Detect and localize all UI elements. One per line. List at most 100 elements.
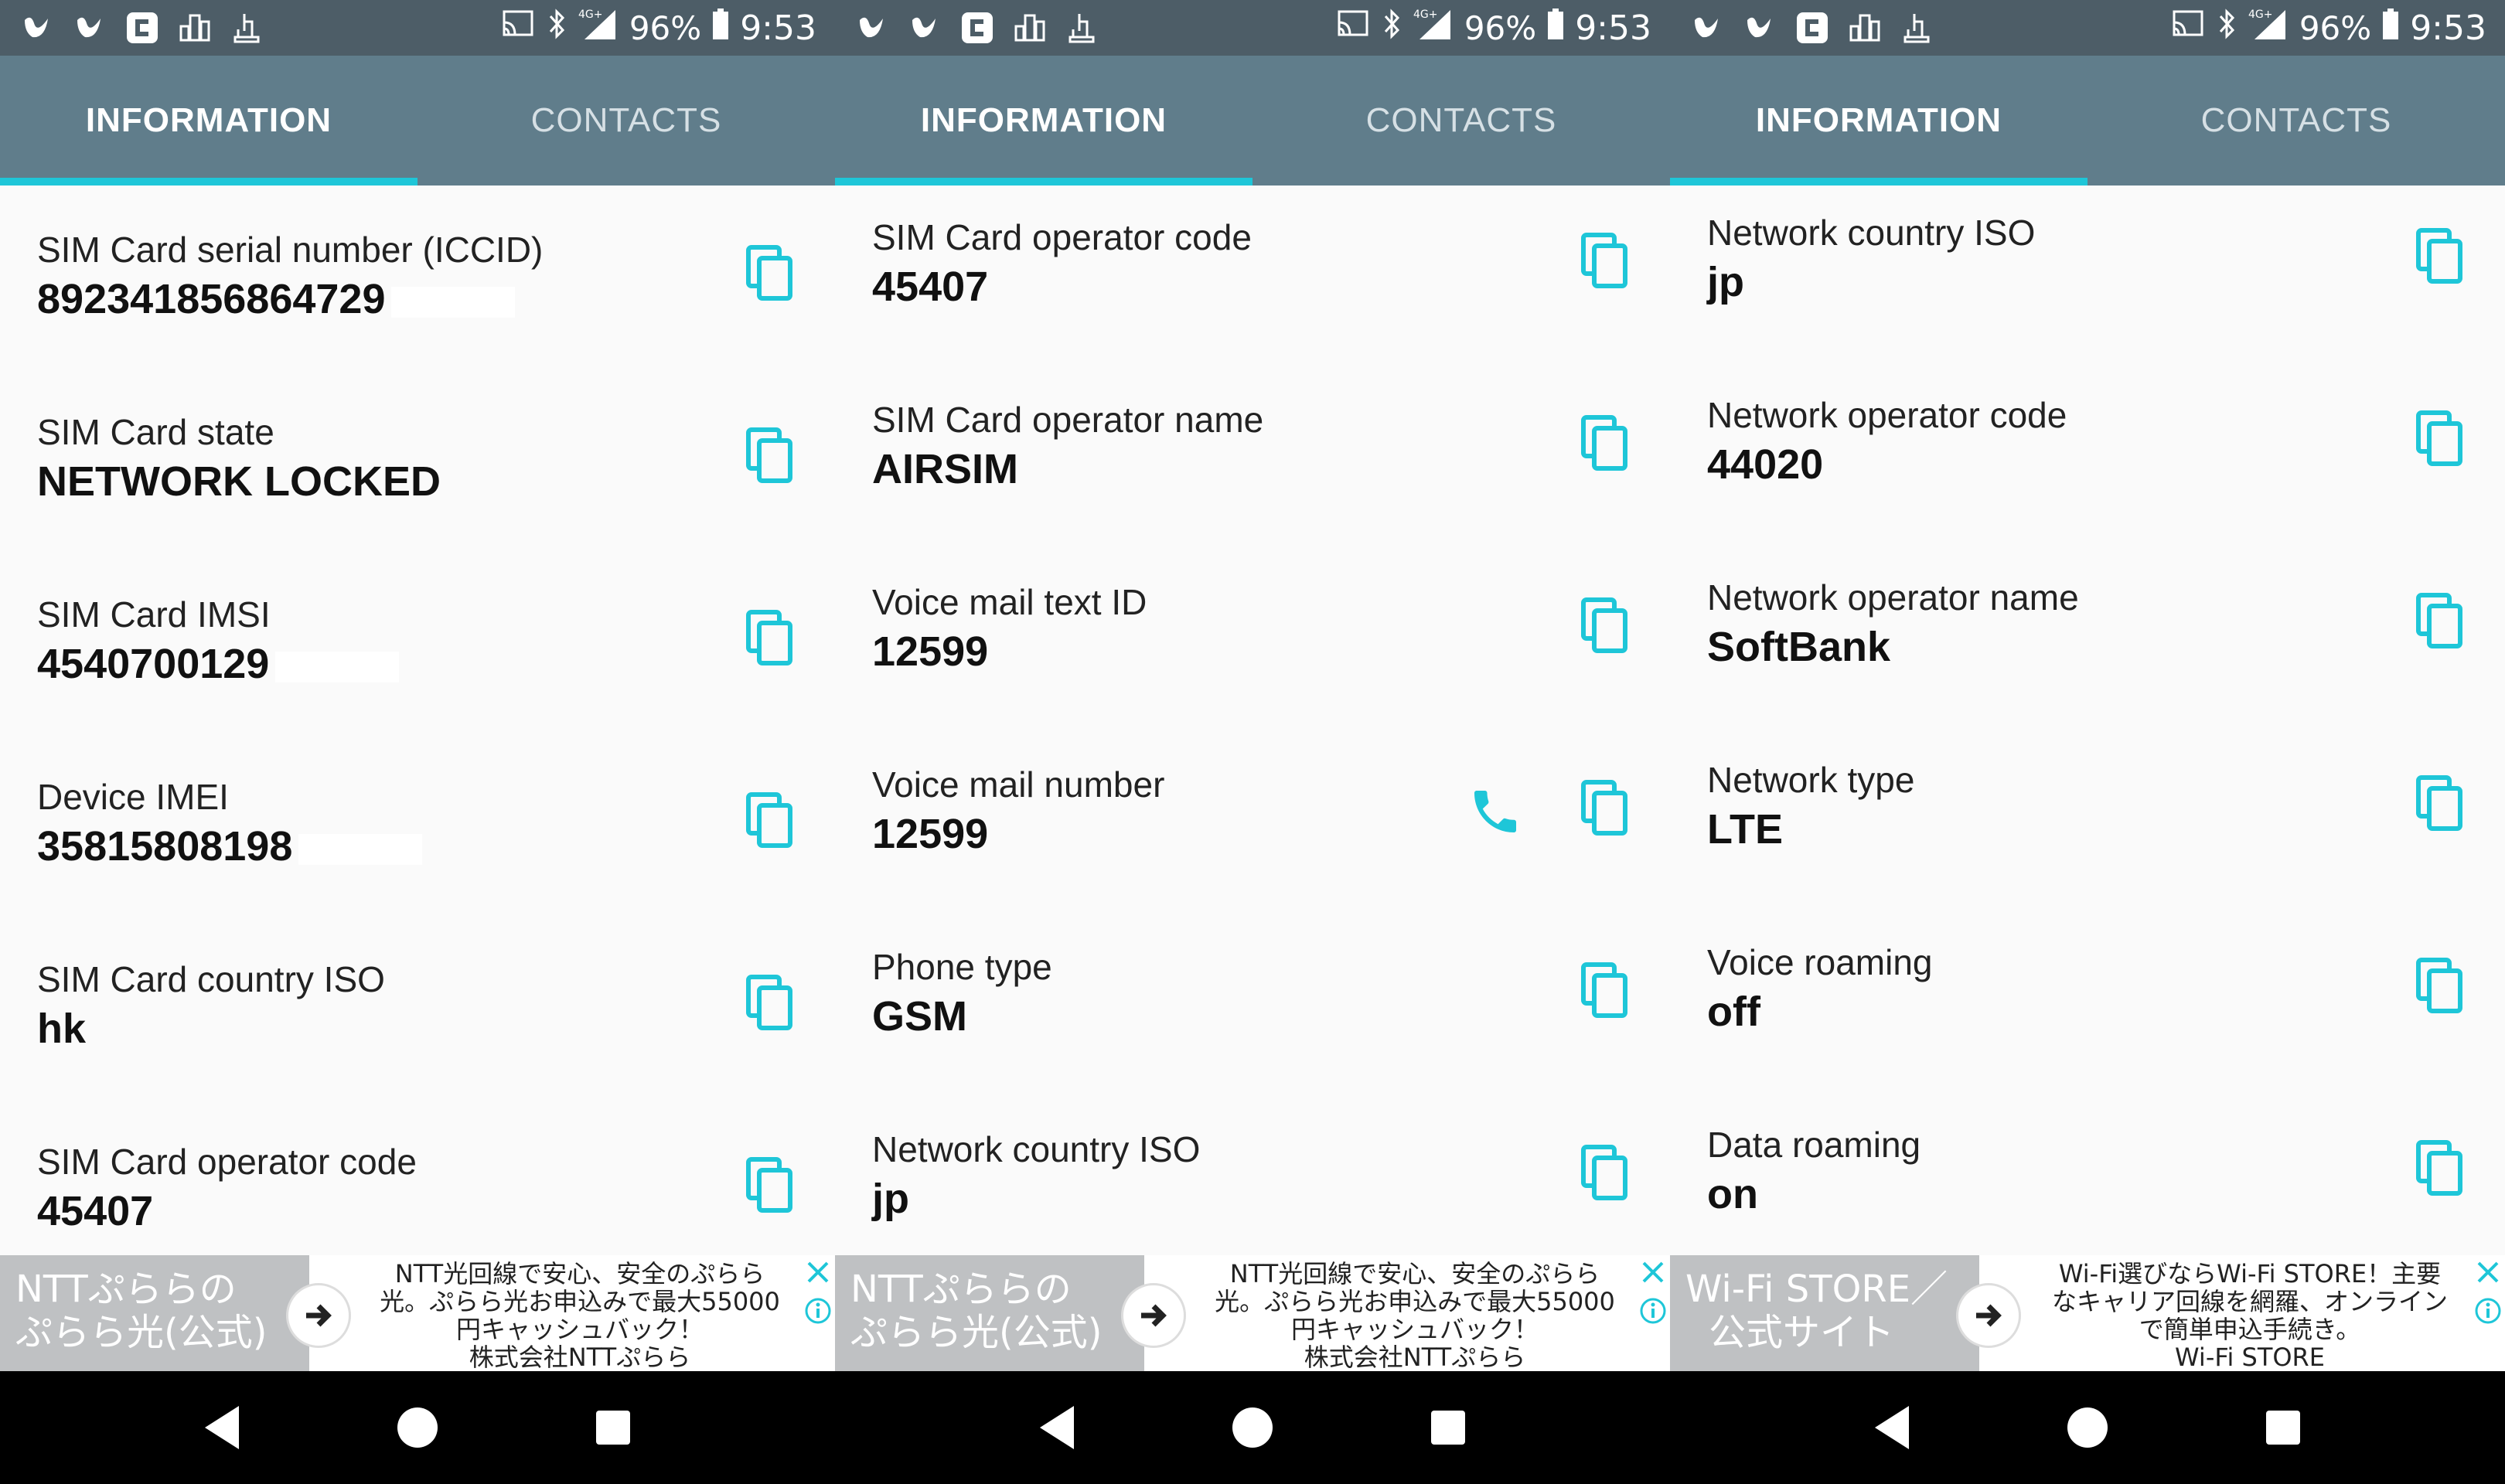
ad-body-line4: Wi-Fi STORE (2174, 1343, 2325, 1372)
list-item: Network type LTE (1670, 716, 2505, 898)
back-icon[interactable] (1026, 1397, 1088, 1458)
ad-headline[interactable]: NTTぷららの ぷらら光(公式) (0, 1255, 309, 1371)
ad-body-line1: Wi-Fi選びならWi-Fi STORE！主要 (2058, 1259, 2442, 1288)
copy-icon[interactable] (1577, 232, 1633, 291)
phone-icon[interactable] (1467, 784, 1523, 839)
screen-2: 4G+ 96% 9:53 INFORMATION CONTACTS SIM Ca… (835, 0, 1670, 1484)
cast-icon (1336, 9, 1370, 48)
list-item: SIM Card operator code 45407 (0, 1098, 835, 1280)
copy-icon[interactable] (1577, 1144, 1633, 1203)
ad-arrow-button[interactable] (1121, 1283, 1186, 1348)
ad-info-icon[interactable] (804, 1297, 832, 1325)
row-value: 45407 (37, 1188, 154, 1234)
tab-information[interactable]: INFORMATION (1670, 56, 2088, 186)
tab-information[interactable]: INFORMATION (0, 56, 418, 186)
signal-icon: 4G+ (578, 7, 619, 49)
list-item: Network country ISO jp (835, 1085, 1670, 1268)
recents-icon[interactable] (2252, 1397, 2314, 1458)
copy-icon[interactable] (742, 427, 798, 485)
list-item: Voice mail number 12599 (835, 720, 1670, 903)
tab-contacts[interactable]: CONTACTS (2088, 56, 2505, 186)
ad-body-line2: 光。ぷらら光お申込みで最大55000 (380, 1287, 780, 1316)
row-value: GSM (872, 993, 968, 1040)
signal-icon: 4G+ (1413, 7, 1454, 49)
home-icon[interactable] (2057, 1397, 2118, 1458)
tab-indicator (0, 178, 418, 186)
ad-close-icon[interactable] (804, 1258, 832, 1286)
list-item: SIM Card IMSI 4540700129 (0, 550, 835, 733)
copy-icon[interactable] (2412, 227, 2468, 286)
copy-icon[interactable] (742, 1156, 798, 1215)
ad-body[interactable]: Wi-Fi選びならWi-Fi STORE！主要 なキャリア回線を網羅、オンライン… (2026, 1260, 2474, 1371)
info-list: Network country ISO jp Network operator … (1670, 186, 2505, 1255)
copy-icon[interactable] (2412, 410, 2468, 468)
battery-percent: 96% (629, 9, 702, 47)
row-label: Network type (1707, 760, 1915, 800)
notification-icons (19, 12, 266, 43)
system-status: 4G+ 96% 9:53 (1336, 7, 1651, 49)
ad-headline-line2: ぷらら光(公式) (850, 1311, 1103, 1354)
row-value: 12599 (872, 811, 989, 857)
redaction-box (298, 833, 423, 865)
row-label: Network operator code (1707, 395, 2067, 435)
copy-icon[interactable] (1577, 779, 1633, 838)
tab-contacts[interactable]: CONTACTS (418, 56, 835, 186)
copy-icon[interactable] (1577, 962, 1633, 1020)
tab-contacts[interactable]: CONTACTS (1252, 56, 1670, 186)
ad-arrow-button[interactable] (286, 1283, 351, 1348)
back-icon[interactable] (191, 1397, 253, 1458)
recents-icon[interactable] (582, 1397, 644, 1458)
clock: 9:53 (2410, 8, 2486, 48)
copy-icon[interactable] (742, 974, 798, 1033)
row-value-text: 4540700129 (37, 641, 270, 687)
ad-headline-line1: NTTぷららの (15, 1268, 237, 1311)
ad-info-icon[interactable] (2474, 1297, 2502, 1325)
home-icon[interactable] (387, 1397, 448, 1458)
svg-text:4G+: 4G+ (2248, 9, 2273, 21)
copy-icon[interactable] (2412, 957, 2468, 1016)
swirl-icon (906, 12, 943, 43)
ad-info-icon[interactable] (1639, 1297, 1667, 1325)
battery-percent: 96% (1464, 9, 1537, 47)
ad-body[interactable]: NTT光回線で安心、安全のぷらら 光。ぷらら光お申込みで最大55000 円キャッ… (356, 1260, 804, 1371)
row-label: Network country ISO (1707, 213, 2036, 253)
copy-icon[interactable] (2412, 1139, 2468, 1198)
row-value: 892341856864729 (37, 275, 516, 323)
copy-icon[interactable] (1577, 414, 1633, 473)
navigation-bar (1670, 1371, 2505, 1484)
copy-icon[interactable] (742, 791, 798, 850)
ad-close-icon[interactable] (2474, 1258, 2502, 1286)
copy-icon[interactable] (1577, 597, 1633, 655)
status-bar: 4G+ 96% 9:53 (835, 0, 1670, 56)
copy-icon[interactable] (742, 609, 798, 668)
back-icon[interactable] (1861, 1397, 1923, 1458)
hand-pointer-icon (229, 12, 266, 43)
ad-headline[interactable]: NTTぷららの ぷらら光(公式) (835, 1255, 1144, 1371)
ad-headline-line2: 公式サイト (1709, 1311, 1895, 1354)
list-item: Network country ISO jp (1670, 168, 2505, 351)
ad-banner[interactable]: NTTぷららの ぷらら光(公式) NTT光回線で安心、安全のぷらら 光。ぷらら光… (835, 1255, 1670, 1371)
ad-body-line2: 光。ぷらら光お申込みで最大55000 (1215, 1287, 1615, 1316)
row-label: SIM Card operator code (872, 217, 1252, 257)
copy-icon[interactable] (2412, 774, 2468, 833)
row-value: LTE (1707, 806, 1783, 853)
ad-headline[interactable]: Wi-Fi STORE／ 公式サイト (1670, 1255, 1979, 1371)
recents-icon[interactable] (1417, 1397, 1479, 1458)
bluetooth-icon (1381, 8, 1402, 48)
ad-banner[interactable]: NTTぷららの ぷらら光(公式) NTT光回線で安心、安全のぷらら 光。ぷらら光… (0, 1255, 835, 1371)
home-icon[interactable] (1222, 1397, 1283, 1458)
copy-icon[interactable] (742, 244, 798, 303)
tab-bar: INFORMATION CONTACTS (835, 56, 1670, 186)
ad-body[interactable]: NTT光回線で安心、安全のぷらら 光。ぷらら光お申込みで最大55000 円キャッ… (1191, 1260, 1639, 1371)
app-c-icon (959, 12, 996, 43)
ad-close-icon[interactable] (1639, 1258, 1667, 1286)
list-item: SIM Card state NETWORK LOCKED (0, 368, 835, 550)
ad-body-line1: NTT光回線で安心、安全のぷらら (394, 1259, 765, 1288)
status-bar: 4G+ 96% 9:53 (0, 0, 835, 56)
row-label: SIM Card state (37, 412, 274, 452)
ad-arrow-button[interactable] (1956, 1283, 2021, 1348)
tab-information[interactable]: INFORMATION (835, 56, 1252, 186)
ad-banner[interactable]: Wi-Fi STORE／ 公式サイト Wi-Fi選びならWi-Fi STORE！… (1670, 1255, 2505, 1371)
copy-icon[interactable] (2412, 592, 2468, 651)
system-status: 4G+ 96% 9:53 (2171, 7, 2486, 49)
